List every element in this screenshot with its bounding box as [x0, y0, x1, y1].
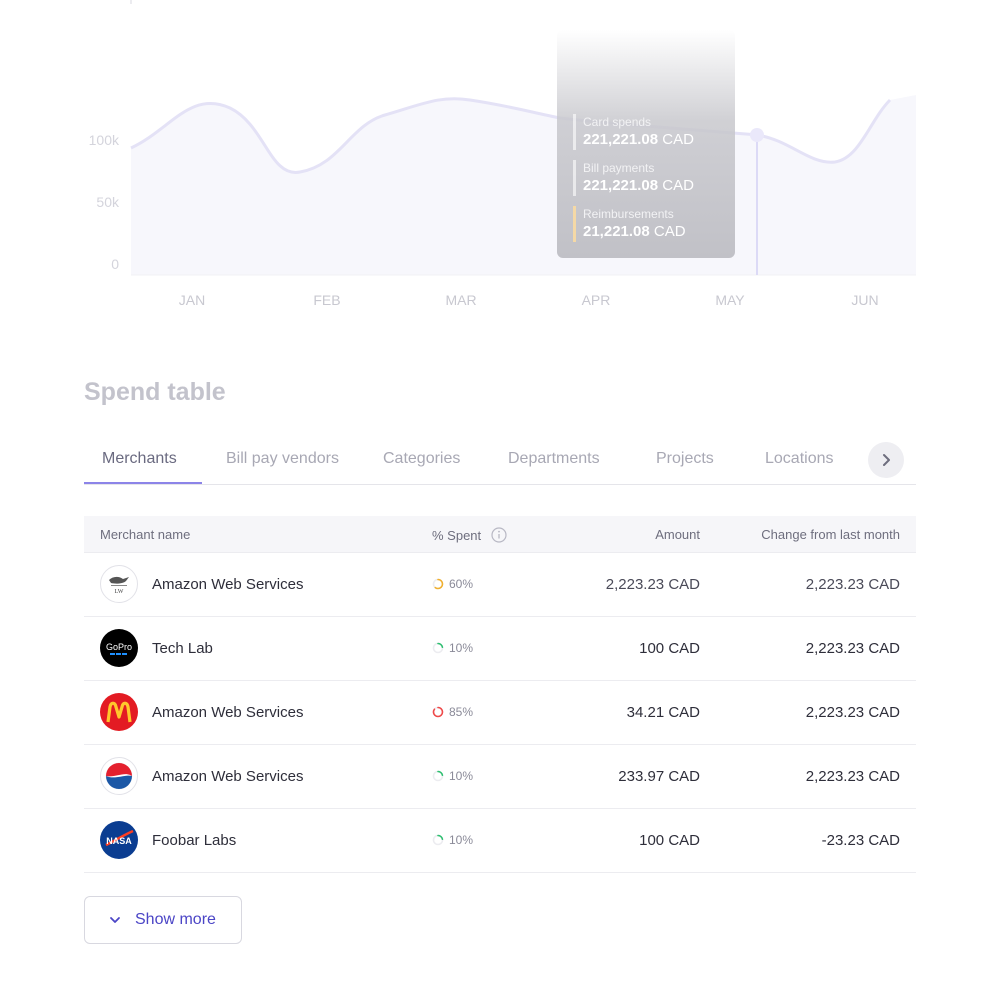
progress-ring-icon [432, 770, 444, 782]
svg-text:GoPro: GoPro [106, 642, 132, 652]
progress-ring-icon [432, 706, 444, 718]
change-from-last-month: 2,223.23 CAD [805, 640, 900, 657]
nasa-logo-icon: NASA [100, 821, 138, 859]
y-tick-0: 0 [111, 256, 119, 272]
percent-spent: 10% [432, 769, 473, 783]
x-tick-mar: MAR [445, 292, 476, 308]
gopro-logo-icon: GoPro [100, 629, 138, 667]
table-row[interactable]: NASA Foobar Labs 10% 100 CAD -23.23 CAD [84, 809, 916, 873]
x-tick-may: MAY [715, 292, 745, 308]
table-row[interactable]: Amazon Web Services 85% 34.21 CAD 2,223.… [84, 681, 916, 745]
pepsi-logo-icon [100, 757, 138, 795]
percent-spent-value: 85% [449, 705, 474, 719]
tooltip-reimbursements: Reimbursements 21,221.08 CAD [573, 206, 686, 242]
spend-table-title: Spend table [84, 378, 226, 406]
merchant-name: Amazon Web Services [152, 704, 304, 721]
percent-spent-value: 10% [449, 769, 474, 783]
spend-chart-region: 100k 50k 0 JAN FEB MAR APR MAY JUN Card … [0, 0, 1000, 420]
table-row[interactable]: LW Amazon Web Services 60% 2,223.23 CAD … [84, 553, 916, 617]
show-more-button[interactable]: Show more [84, 896, 242, 944]
table-row[interactable]: Amazon Web Services 10% 233.97 CAD 2,223… [84, 745, 916, 809]
tooltip-amount: 21,221.08 [583, 223, 650, 240]
amount: 34.21 CAD [626, 704, 700, 721]
show-more-label: Show more [135, 911, 216, 928]
x-tick-feb: FEB [313, 292, 340, 308]
mcdonalds-logo-icon [100, 693, 138, 731]
tab-departments[interactable]: Departments [508, 450, 600, 468]
change-from-last-month: 2,223.23 CAD [805, 768, 900, 785]
merchant-name: Amazon Web Services [152, 768, 304, 785]
amount: 100 CAD [639, 832, 700, 849]
hover-point [750, 128, 764, 142]
tabs-scroll-right-button[interactable] [868, 442, 904, 478]
merchant-name: Amazon Web Services [152, 576, 304, 593]
y-tick-50k: 50k [96, 194, 120, 210]
progress-ring-icon [432, 578, 444, 590]
x-tick-jan: JAN [179, 292, 205, 308]
dragon-logo-icon: LW [100, 565, 138, 603]
header-merchant-name[interactable]: Merchant name [100, 527, 190, 542]
tooltip-currency: CAD [662, 131, 694, 148]
table-row[interactable]: GoPro Tech Lab 10% 100 CAD 2,223.23 CAD [84, 617, 916, 681]
svg-text:LW: LW [115, 589, 124, 595]
spend-table-tabs: Merchants Bill pay vendors Categories De… [84, 438, 916, 485]
merchant-name: Foobar Labs [152, 832, 237, 849]
tab-bill-pay-vendors[interactable]: Bill pay vendors [226, 450, 339, 468]
tooltip-value: 21,221.08 CAD [583, 222, 686, 242]
header-amount[interactable]: Amount [655, 527, 700, 542]
header-change[interactable]: Change from last month [761, 527, 900, 542]
percent-spent: 10% [432, 833, 473, 847]
merchant-name: Tech Lab [152, 640, 213, 657]
percent-spent-value: 10% [449, 641, 474, 655]
progress-ring-icon [432, 642, 444, 654]
percent-spent-value: 10% [449, 833, 474, 847]
percent-spent-value: 60% [449, 577, 474, 591]
change-from-last-month: 2,223.23 CAD [805, 704, 900, 721]
percent-spent: 85% [432, 705, 473, 719]
tooltip-amount: 221,221.08 [583, 131, 659, 148]
tooltip-label: Card spends [583, 115, 652, 129]
active-tab-indicator [84, 482, 202, 484]
tab-locations[interactable]: Locations [765, 450, 834, 468]
info-icon[interactable] [491, 527, 507, 543]
header-percent-spent-label: % Spent [432, 527, 482, 543]
tooltip-currency: CAD [653, 223, 686, 240]
tab-categories[interactable]: Categories [383, 450, 460, 468]
tooltip-currency: CAD [662, 177, 694, 194]
chevron-down-icon [110, 917, 120, 923]
amount: 100 CAD [639, 640, 700, 657]
chart-tooltip: Card spends 221,221.08 CAD Bill payments… [557, 30, 735, 258]
tab-projects[interactable]: Projects [656, 450, 714, 468]
percent-spent: 10% [432, 641, 473, 655]
chevron-right-icon [883, 454, 890, 466]
x-tick-jun: JUN [851, 292, 878, 308]
change-from-last-month: -23.23 CAD [821, 832, 900, 849]
tooltip-amount: 221,221.08 [583, 177, 659, 194]
tooltip-card-spends: Card spends 221,221.08 CAD [573, 114, 694, 150]
amount: 2,223.23 CAD [605, 576, 700, 593]
spend-chart: 100k 50k 0 JAN FEB MAR APR MAY JUN Card … [0, 0, 1000, 330]
y-tick-100k: 100k [89, 132, 120, 148]
tab-merchants[interactable]: Merchants [102, 450, 177, 468]
percent-spent: 60% [432, 577, 473, 591]
tooltip-value: 221,221.08 CAD [583, 130, 694, 150]
x-tick-apr: APR [582, 292, 611, 308]
merchants-table: Merchant name % Spent Amount Change from… [84, 516, 916, 873]
tooltip-label: Bill payments [583, 161, 655, 175]
header-percent-spent[interactable]: % Spent [432, 527, 507, 543]
change-from-last-month: 2,223.23 CAD [805, 576, 900, 593]
svg-text:NASA: NASA [106, 836, 132, 846]
amount: 233.97 CAD [618, 768, 700, 785]
tooltip-label: Reimbursements [583, 207, 674, 221]
progress-ring-icon [432, 834, 444, 846]
tooltip-value: 221,221.08 CAD [583, 176, 694, 196]
table-header: Merchant name % Spent Amount Change from… [84, 516, 916, 553]
tooltip-bill-payments: Bill payments 221,221.08 CAD [573, 160, 694, 196]
chart-svg: 100k 50k 0 JAN FEB MAR APR MAY JUN [89, 0, 916, 308]
